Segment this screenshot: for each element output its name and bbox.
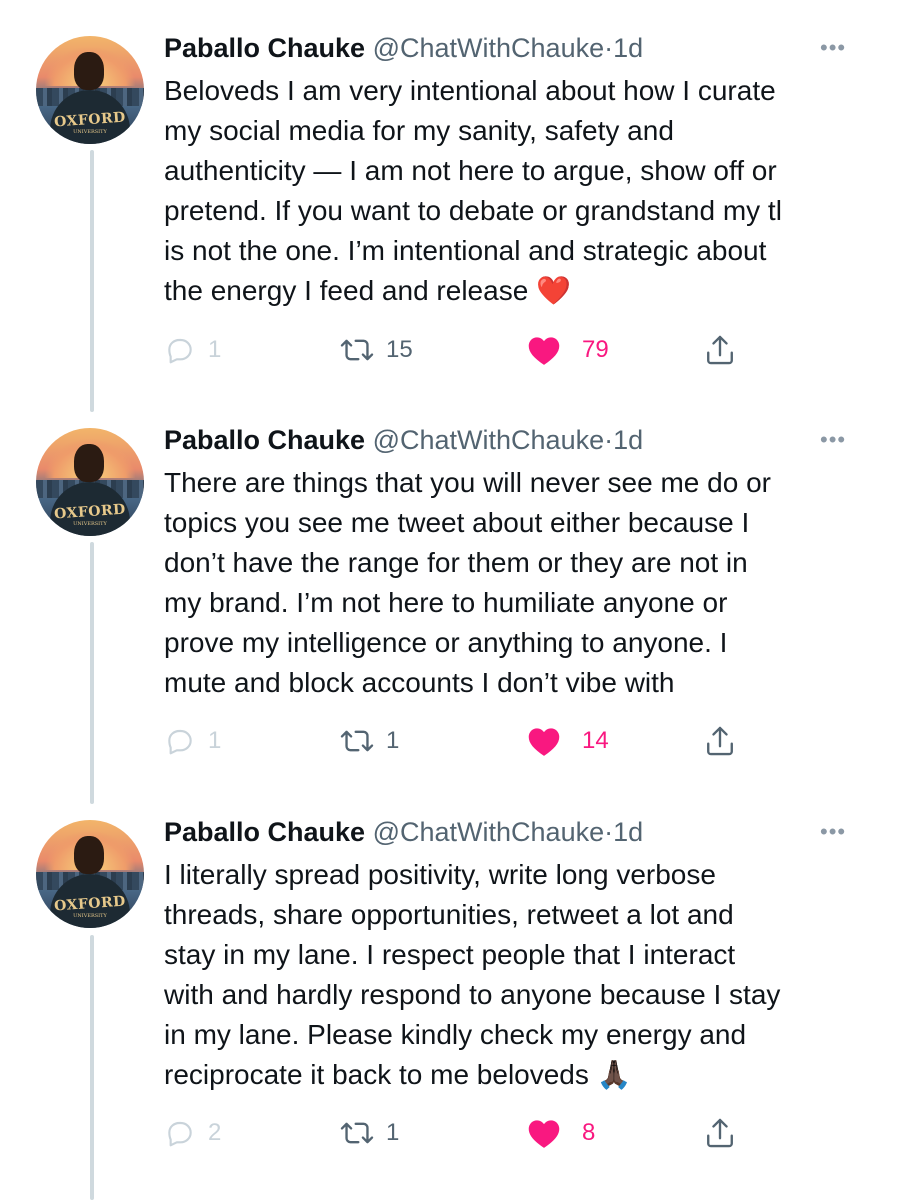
more-icon[interactable]: •••	[820, 37, 860, 59]
more-icon[interactable]: •••	[820, 429, 860, 451]
share-button[interactable]	[704, 1113, 736, 1153]
like-icon	[528, 1120, 560, 1148]
tweet-header: Paballo Chauke @ChatWithChauke·1d	[164, 422, 643, 458]
avatar-sub-text: UNIVERSITY	[73, 521, 107, 527]
retweet-count: 1	[386, 727, 400, 754]
like-count: 14	[582, 727, 609, 754]
retweet-icon	[340, 339, 374, 361]
thread-line	[90, 542, 94, 804]
author-name[interactable]: Paballo Chauke	[164, 425, 365, 455]
avatar[interactable]: OXFORD UNIVERSITY	[36, 36, 144, 144]
tweet-text: Beloveds I am very intentional about how…	[164, 71, 874, 311]
reply-button[interactable]: 1	[164, 721, 221, 761]
author-name[interactable]: Paballo Chauke	[164, 33, 365, 63]
share-button[interactable]	[704, 721, 736, 761]
tweet-body: I literally spread positivity, write lon…	[164, 859, 781, 1090]
avatar-sub-text: UNIVERSITY	[73, 913, 107, 919]
thread-line	[90, 150, 94, 412]
separator-dot: ·	[604, 425, 614, 455]
like-button[interactable]: 79	[526, 330, 609, 370]
share-button[interactable]	[704, 330, 736, 370]
timestamp[interactable]: 1d	[613, 33, 643, 63]
like-count: 79	[582, 336, 609, 363]
retweet-button[interactable]: 1	[340, 721, 399, 761]
tweet-actions: 2 1 8	[164, 1113, 864, 1153]
avatar[interactable]: OXFORD UNIVERSITY	[36, 820, 144, 928]
praying-hands-emoji: 🙏🏿	[596, 1058, 632, 1091]
share-icon	[707, 335, 733, 365]
like-count: 8	[582, 1119, 596, 1146]
tweet-text: There are things that you will never see…	[164, 463, 874, 703]
separator-dot: ·	[604, 817, 614, 847]
like-icon	[528, 337, 560, 365]
retweet-button[interactable]: 15	[340, 330, 413, 370]
avatar[interactable]: OXFORD UNIVERSITY	[36, 428, 144, 536]
tweet-header: Paballo Chauke @ChatWithChauke·1d	[164, 30, 643, 66]
share-icon	[707, 1118, 733, 1148]
like-button[interactable]: 8	[526, 1113, 595, 1153]
author-handle[interactable]: @ChatWithChauke	[373, 425, 605, 455]
reply-count: 1	[208, 727, 222, 754]
thread-line	[90, 935, 94, 1200]
reply-icon	[168, 729, 192, 755]
timestamp[interactable]: 1d	[613, 425, 643, 455]
tweet-header: Paballo Chauke @ChatWithChauke·1d	[164, 814, 643, 850]
like-icon	[528, 728, 560, 756]
reply-button[interactable]: 2	[164, 1113, 221, 1153]
reply-button[interactable]: 1	[164, 330, 221, 370]
retweet-button[interactable]: 1	[340, 1113, 399, 1153]
author-handle[interactable]: @ChatWithChauke	[373, 817, 605, 847]
retweet-count: 1	[386, 1119, 400, 1146]
reply-icon	[168, 1121, 192, 1147]
reply-count: 2	[208, 1119, 222, 1146]
tweet-actions: 1 1 14	[164, 721, 864, 761]
share-icon	[707, 726, 733, 756]
tweet-body: There are things that you will never see…	[164, 467, 771, 698]
retweet-count: 15	[386, 336, 413, 363]
reply-count: 1	[208, 336, 222, 363]
separator-dot: ·	[604, 33, 614, 63]
author-name[interactable]: Paballo Chauke	[164, 817, 365, 847]
retweet-icon	[340, 1122, 374, 1144]
reply-icon	[168, 338, 192, 364]
author-handle[interactable]: @ChatWithChauke	[373, 33, 605, 63]
timestamp[interactable]: 1d	[613, 817, 643, 847]
more-icon[interactable]: •••	[820, 821, 860, 843]
tweet-actions: 1 15 79	[164, 330, 864, 370]
heart-emoji: ❤️	[536, 274, 571, 307]
like-button[interactable]: 14	[526, 721, 609, 761]
tweet-body: Beloveds I am very intentional about how…	[164, 75, 782, 306]
retweet-icon	[340, 730, 374, 752]
tweet-text: I literally spread positivity, write lon…	[164, 855, 874, 1095]
avatar-sub-text: UNIVERSITY	[73, 129, 107, 135]
